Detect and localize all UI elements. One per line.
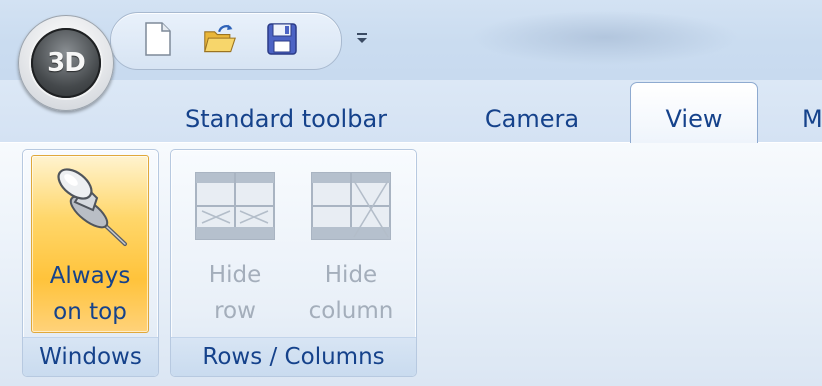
group-rows-columns: Hide row Hide column Rows / Columns	[170, 149, 417, 377]
window-title-glow	[470, 10, 740, 65]
new-document-icon	[145, 22, 171, 56]
customize-toolbar-dropdown-icon	[357, 33, 367, 43]
open-folder-icon	[204, 24, 236, 53]
always-on-top-button[interactable]: Always on top	[31, 155, 149, 333]
group-windows: Always on top Windows	[22, 149, 159, 377]
open-folder-button[interactable]	[203, 21, 237, 57]
group-label-windows: Windows	[23, 337, 158, 376]
tab-standard-toolbar[interactable]: Standard toolbar	[150, 96, 422, 142]
ribbon-panel: Always on top Windows Hide row Hide colu…	[0, 142, 822, 386]
hide-column-button[interactable]: Hide column	[295, 155, 407, 333]
tab-label: View	[665, 105, 723, 133]
title-bar	[0, 0, 822, 80]
save-button[interactable]	[265, 21, 299, 57]
pushpin-icon	[45, 168, 135, 248]
app-logo-label: 3D	[47, 48, 86, 78]
app-logo-icon: 3D	[31, 28, 101, 98]
ribbon-tab-strip: Standard toolbar Camera View M	[0, 80, 822, 143]
tab-camera[interactable]: Camera	[452, 96, 612, 142]
application-button[interactable]: 3D	[18, 15, 114, 111]
hide-row-label: Hide row	[208, 262, 262, 324]
tab-more[interactable]: M	[790, 96, 822, 142]
quick-access-toolbar	[110, 12, 342, 70]
new-document-button[interactable]	[141, 21, 175, 57]
hide-column-label: Hide column	[308, 262, 394, 324]
save-disk-icon	[267, 23, 297, 55]
tab-label: Camera	[484, 105, 580, 133]
hide-row-button[interactable]: Hide row	[183, 155, 287, 333]
group-label-rows-columns: Rows / Columns	[171, 337, 416, 376]
application-window: 3D Standard toolbar Camera View M Always…	[0, 0, 822, 386]
tab-view[interactable]: View	[630, 82, 758, 143]
tab-label: Standard toolbar	[184, 105, 388, 133]
customize-toolbar-dropdown[interactable]	[350, 24, 374, 52]
hide-column-icon	[306, 167, 396, 247]
tab-label: M	[802, 105, 822, 133]
always-on-top-label: Always on top	[49, 263, 131, 325]
hide-row-icon	[190, 167, 280, 247]
